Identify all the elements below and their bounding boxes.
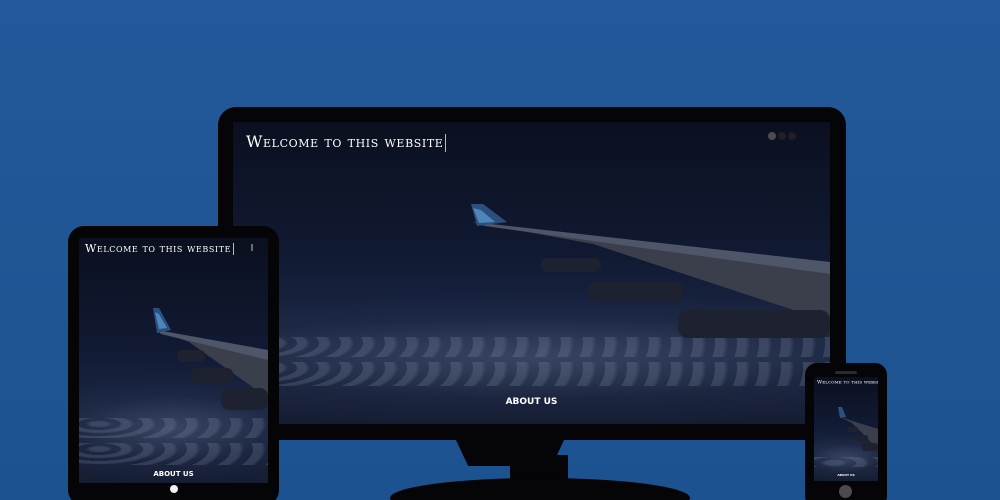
hero-background-image bbox=[233, 122, 830, 424]
desktop-monitor: Welcome to this website ABOUT US bbox=[218, 107, 846, 440]
about-us-link[interactable]: ABOUT US bbox=[79, 470, 268, 478]
site-title: Welcome to this website bbox=[246, 132, 446, 152]
slider-dots[interactable] bbox=[768, 132, 796, 140]
home-button-icon[interactable] bbox=[839, 485, 852, 498]
monitor-screen: Welcome to this website ABOUT US bbox=[233, 122, 830, 424]
airplane-wing-image bbox=[838, 407, 878, 451]
site-title: Welcome to this website bbox=[85, 242, 234, 255]
phone-device: Welcome to this website ABOUT US bbox=[805, 363, 887, 500]
speaker-icon bbox=[835, 371, 857, 374]
slider-dot-icon[interactable] bbox=[768, 132, 776, 140]
scroll-indicator bbox=[251, 244, 253, 251]
airplane-wing-image bbox=[153, 308, 268, 410]
hero-background-image bbox=[79, 238, 268, 483]
about-us-link[interactable]: ABOUT US bbox=[233, 397, 830, 407]
tablet-screen: Welcome to this website ABOUT US bbox=[79, 238, 268, 483]
about-us-link[interactable]: ABOUT US bbox=[814, 473, 878, 477]
tablet-device: Welcome to this website ABOUT US bbox=[68, 226, 279, 500]
home-button-icon[interactable] bbox=[170, 485, 178, 493]
airplane-wing-image bbox=[471, 204, 830, 338]
slider-dot-icon[interactable] bbox=[788, 132, 796, 140]
hero-background-image bbox=[814, 377, 878, 481]
phone-screen: Welcome to this website ABOUT US bbox=[814, 377, 878, 481]
monitor-base bbox=[390, 478, 690, 500]
site-title: Welcome to this website bbox=[817, 379, 878, 386]
slider-dot-icon[interactable] bbox=[778, 132, 786, 140]
